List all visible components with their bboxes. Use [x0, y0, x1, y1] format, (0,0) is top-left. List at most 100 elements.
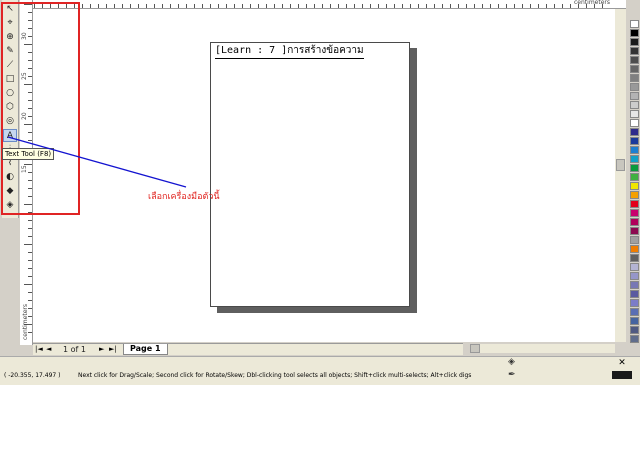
color-swatch[interactable]	[630, 245, 639, 253]
ruler-tick	[362, 4, 363, 8]
color-swatch[interactable]	[630, 119, 639, 127]
first-page-button[interactable]: |◄	[35, 344, 43, 355]
color-swatch[interactable]	[630, 146, 639, 154]
ruler-tick	[98, 4, 99, 8]
color-swatch[interactable]	[630, 65, 639, 73]
color-swatch[interactable]	[630, 137, 639, 145]
color-swatch[interactable]	[630, 218, 639, 226]
ruler-tick	[82, 4, 83, 8]
page-tab[interactable]: Page 1	[123, 344, 168, 355]
ruler-tick	[24, 284, 32, 285]
color-swatch[interactable]	[630, 110, 639, 118]
ruler-tick	[570, 4, 571, 8]
color-swatch[interactable]	[630, 326, 639, 334]
color-swatch[interactable]	[630, 29, 639, 37]
color-swatch[interactable]	[630, 236, 639, 244]
ruler-tick	[466, 4, 467, 8]
ruler-tick	[602, 4, 603, 8]
color-swatch[interactable]	[630, 335, 639, 343]
ruler-tick	[162, 4, 163, 8]
color-swatch[interactable]	[630, 317, 639, 325]
vertical-ruler-unit-label: centimeters	[22, 304, 29, 340]
page-count: 1 of 1	[63, 345, 86, 354]
color-swatch[interactable]	[630, 182, 639, 190]
ruler-tick	[194, 4, 195, 8]
horizontal-ruler[interactable]: centimeters	[20, 0, 626, 9]
ruler-tick	[594, 4, 595, 8]
next-page-button[interactable]: ►	[99, 344, 104, 355]
ruler-tick	[562, 4, 563, 8]
page-text-object[interactable]: [Learn : 7 ]การสร้างข้อความ	[215, 43, 364, 59]
ruler-tick	[522, 4, 523, 8]
color-swatch[interactable]	[630, 164, 639, 172]
annotation-label: เลือกเครื่องมือตัวนี้	[148, 192, 220, 202]
color-swatch[interactable]	[630, 20, 639, 28]
ruler-tick	[218, 4, 219, 8]
prev-page-button[interactable]: ◄	[46, 344, 51, 355]
last-page-button[interactable]: ►|	[109, 344, 117, 355]
color-swatch[interactable]	[630, 263, 639, 271]
vertical-scroll-thumb[interactable]	[616, 159, 625, 171]
ruler-tick	[450, 4, 451, 8]
color-swatch[interactable]	[630, 155, 639, 163]
ruler-tick	[28, 276, 32, 277]
coreldraw-window: centimeters 30 25 20 15 centimeters [Lea…	[0, 0, 640, 385]
color-swatch[interactable]	[630, 200, 639, 208]
ruler-tick	[258, 4, 259, 8]
ruler-tick	[426, 4, 427, 8]
color-swatch[interactable]	[630, 272, 639, 280]
ruler-tick	[170, 4, 171, 8]
ruler-tick	[458, 4, 459, 8]
color-swatch[interactable]	[630, 92, 639, 100]
color-swatch[interactable]	[630, 254, 639, 262]
color-swatch[interactable]	[630, 227, 639, 235]
color-swatch[interactable]	[630, 38, 639, 46]
ruler-tick	[114, 4, 115, 8]
ruler-tick	[226, 4, 227, 8]
ruler-tick	[530, 4, 531, 8]
ruler-tick	[474, 4, 475, 8]
color-swatch[interactable]	[630, 299, 639, 307]
color-swatch[interactable]	[630, 290, 639, 298]
color-swatch[interactable]	[630, 209, 639, 217]
tool-tooltip: Text Tool (F8)	[2, 148, 55, 160]
ruler-tick	[298, 4, 299, 8]
ruler-tick	[410, 4, 411, 8]
ruler-tick	[370, 4, 371, 8]
color-swatch[interactable]	[630, 74, 639, 82]
ruler-tick	[274, 4, 275, 8]
color-swatch[interactable]	[630, 173, 639, 181]
color-swatch[interactable]	[630, 83, 639, 91]
page-navigator: |◄ ◄ 1 of 1 ► ►| Page 1	[33, 343, 463, 355]
ruler-tick	[130, 4, 131, 8]
color-swatch[interactable]	[630, 191, 639, 199]
status-hint: Next click for Drag/Scale; Second click …	[78, 372, 472, 379]
ruler-tick	[282, 4, 283, 8]
ruler-tick	[514, 4, 515, 8]
ruler-tick	[578, 4, 579, 8]
ruler-tick	[28, 268, 32, 269]
ruler-tick	[154, 4, 155, 8]
outline-color-indicator[interactable]	[612, 371, 632, 379]
color-swatch[interactable]	[630, 56, 639, 64]
ruler-tick	[28, 220, 32, 221]
ruler-tick	[490, 4, 491, 8]
color-swatch[interactable]	[630, 281, 639, 289]
color-swatch[interactable]	[630, 101, 639, 109]
outline-pen-icon[interactable]: ✒	[508, 370, 516, 380]
ruler-tick	[378, 4, 379, 8]
color-swatch[interactable]	[630, 128, 639, 136]
horizontal-scroll-thumb[interactable]	[470, 344, 480, 353]
document-page[interactable]	[210, 42, 410, 307]
fill-bucket-icon[interactable]: ◈	[508, 357, 515, 367]
color-swatch[interactable]	[630, 308, 639, 316]
color-swatch[interactable]	[630, 47, 639, 55]
horizontal-scrollbar[interactable]	[470, 344, 615, 353]
ruler-tick	[402, 4, 403, 8]
toolbox-highlight-box	[1, 2, 80, 215]
vertical-scrollbar[interactable]	[615, 9, 626, 342]
ruler-tick	[306, 4, 307, 8]
ruler-tick	[314, 4, 315, 8]
fill-indicator[interactable]: ✕	[612, 359, 632, 368]
cursor-coordinates: ( -20.355, 17.497 )	[4, 372, 61, 379]
